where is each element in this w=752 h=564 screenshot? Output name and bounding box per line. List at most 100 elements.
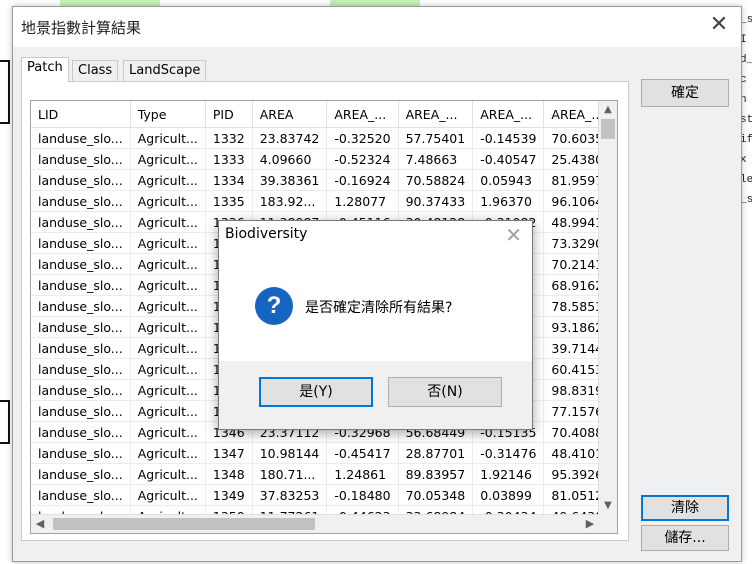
horizontal-scroll-thumb[interactable] [53, 518, 315, 530]
no-button[interactable]: 否(N) [388, 377, 502, 407]
table-cell: 89.83957 [398, 463, 474, 485]
table-cell: Agricult... [130, 442, 206, 464]
table-cell: 1334 [205, 169, 253, 191]
table-cell: landuse_slo... [31, 253, 131, 275]
table-row[interactable]: landuse_slo... Agricult... 1347 10.98144 -0.… [31, 442, 617, 464]
table-cell: Agricult... [130, 274, 206, 296]
table-row[interactable]: landuse_slo... Agricult... 1334 39.38361 -0.… [31, 169, 617, 191]
table-cell: Agricult... [130, 127, 206, 149]
table-cell: -0.16924 [326, 169, 399, 191]
ok-button[interactable]: 確定 [641, 79, 729, 107]
table-cell: 70.58824 [398, 169, 474, 191]
table-cell: -0.40547 [472, 148, 545, 170]
table-cell: 57.75401 [398, 127, 474, 149]
column-header[interactable]: AREA_... [326, 101, 399, 128]
table-row[interactable]: landuse_slo... Agricult... 1348 180.71... 1.… [31, 463, 617, 485]
table-cell: landuse_slo... [31, 169, 131, 191]
scroll-corner [599, 515, 617, 533]
table-cell: Agricult... [130, 421, 206, 443]
table-cell: Agricult... [130, 148, 206, 170]
column-header[interactable]: AREA_... [472, 101, 545, 128]
table-cell: landuse_slo... [31, 127, 131, 149]
table-cell: landuse_slo... [31, 484, 131, 506]
dialog-close-icon[interactable]: ✕ [505, 224, 522, 246]
save-button[interactable]: 儲存... [641, 525, 729, 551]
table-cell: Agricult... [130, 400, 206, 422]
column-header[interactable]: Type [130, 101, 206, 128]
tab-patch[interactable]: Patch [21, 57, 69, 82]
dialog-title: Biodiversity [225, 226, 308, 242]
table-row[interactable]: landuse_slo... Agricult... 1332 23.83742 -0.… [31, 127, 617, 149]
table-cell: landuse_slo... [31, 442, 131, 464]
table-cell: -0.18480 [326, 484, 399, 506]
scroll-up-icon[interactable]: ▲ [599, 101, 617, 119]
table-cell: 37.83253 [252, 484, 328, 506]
table-cell: landuse_slo... [31, 400, 131, 422]
table-row[interactable]: landuse_slo... Agricult... 1335 183.92... 1.… [31, 190, 617, 212]
table-cell: 1349 [205, 484, 253, 506]
table-cell: Agricult... [130, 295, 206, 317]
table-cell: 1.96370 [472, 190, 545, 212]
table-cell: Agricult... [130, 190, 206, 212]
table-cell: landuse_slo... [31, 148, 131, 170]
table-cell: 1333 [205, 148, 253, 170]
table-cell: Agricult... [130, 316, 206, 338]
column-header[interactable]: AREA_... [398, 101, 474, 128]
horizontal-scrollbar[interactable]: ◀ ▶ [31, 514, 599, 533]
table-cell: Agricult... [130, 379, 206, 401]
tab-class[interactable]: Class [72, 60, 119, 81]
table-cell: landuse_slo... [31, 190, 131, 212]
table-cell: 39.38361 [252, 169, 328, 191]
table-cell: Agricult... [130, 337, 206, 359]
column-header[interactable]: PID [205, 101, 253, 128]
table-cell: landuse_slo... [31, 232, 131, 254]
table-cell: landuse_slo... [31, 463, 131, 485]
table-cell: -0.31476 [472, 442, 545, 464]
table-cell: landuse_slo... [31, 295, 131, 317]
table-cell: 7.48663 [398, 148, 474, 170]
table-cell: Agricult... [130, 358, 206, 380]
table-cell: landuse_slo... [31, 337, 131, 359]
table-cell: 1347 [205, 442, 253, 464]
scroll-left-icon[interactable]: ◀ [31, 515, 49, 533]
table-cell: 23.83742 [252, 127, 328, 149]
table-cell: 4.09660 [252, 148, 328, 170]
table-cell: -0.52324 [326, 148, 399, 170]
dialog-message: 是否確定清除所有結果? [305, 300, 453, 316]
table-cell: 1332 [205, 127, 253, 149]
confirm-dialog: Biodiversity ✕ ? 是否確定清除所有結果? 是(Y) 否(N) [218, 220, 533, 430]
table-cell: -0.32520 [326, 127, 399, 149]
table-cell: landuse_slo... [31, 358, 131, 380]
table-cell: landuse_slo... [31, 211, 131, 233]
table-cell: 90.37433 [398, 190, 474, 212]
vertical-scrollbar[interactable]: ▲ ▼ [598, 101, 617, 515]
table-cell: landuse_slo... [31, 316, 131, 338]
table-cell: Agricult... [130, 169, 206, 191]
table-cell: 1.92146 [472, 463, 545, 485]
table-cell: 0.05943 [472, 169, 545, 191]
table-cell: Agricult... [130, 232, 206, 254]
table-cell: 70.05348 [398, 484, 474, 506]
table-cell: landuse_slo... [31, 421, 131, 443]
table-cell: Agricult... [130, 484, 206, 506]
table-cell: landuse_slo... [31, 274, 131, 296]
vertical-scroll-thumb[interactable] [601, 119, 615, 139]
table-cell: 28.87701 [398, 442, 474, 464]
table-cell: landuse_slo... [31, 379, 131, 401]
table-cell: 1.24861 [326, 463, 399, 485]
tab-landscape[interactable]: LandScape [123, 60, 207, 81]
yes-button[interactable]: 是(Y) [259, 377, 373, 407]
table-row[interactable]: landuse_slo... Agricult... 1333 4.09660 -0.5… [31, 148, 617, 170]
table-cell: 180.71... [252, 463, 328, 485]
column-header[interactable]: AREA [252, 101, 328, 128]
scroll-right-icon[interactable]: ▶ [581, 515, 599, 533]
background-map-shape [0, 400, 10, 444]
scroll-down-icon[interactable]: ▼ [599, 497, 617, 515]
table-cell: Agricult... [130, 463, 206, 485]
clear-button[interactable]: 清除 [641, 495, 729, 521]
close-icon[interactable]: ✕ [707, 13, 731, 37]
table-cell: Agricult... [130, 211, 206, 233]
column-header[interactable]: LID [31, 101, 131, 128]
question-icon: ? [255, 287, 293, 325]
table-row[interactable]: landuse_slo... Agricult... 1349 37.83253 -0.… [31, 484, 617, 506]
